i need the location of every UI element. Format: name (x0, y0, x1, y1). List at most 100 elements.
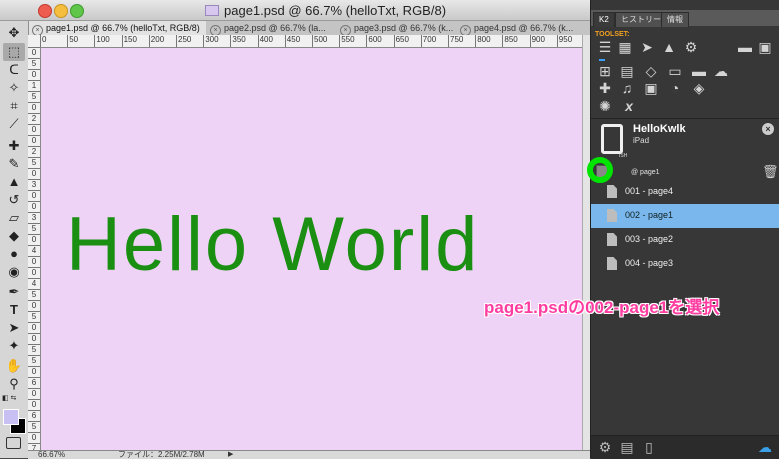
gear-icon[interactable]: ⚙ (683, 39, 699, 55)
plus-icon[interactable]: ✚ (597, 80, 613, 96)
ruler-tick: 0 (28, 388, 40, 398)
move-icon[interactable]: ✥ (3, 24, 25, 42)
music-icon[interactable]: ♫ (619, 80, 635, 96)
list-icon[interactable]: ☰ (597, 39, 613, 55)
ruler-tick: 0 (28, 366, 40, 376)
ruler-tick: 5 (28, 289, 40, 299)
close-icon[interactable]: × (762, 123, 774, 135)
spinner-icon[interactable]: ✺ (597, 98, 613, 114)
ruler-tick: 4 (28, 245, 40, 255)
minimize-window-button[interactable] (54, 4, 68, 18)
ruler-tick: 300 (203, 35, 219, 47)
ruler-tick: 1 (28, 80, 40, 90)
divider (591, 118, 779, 119)
ruler-tick: 0 (28, 190, 40, 200)
marquee-icon[interactable]: ⬚ (3, 43, 25, 61)
tab-close-icon[interactable]: × (32, 25, 43, 35)
tab-page1[interactable]: × page1.psd @ 66.7% (helloTxt, RGB/8) (28, 21, 207, 35)
tab-close-icon[interactable]: × (460, 25, 471, 35)
ruler-tick: 3 (28, 212, 40, 222)
quick-mask-icon[interactable] (6, 437, 21, 449)
tab-page2[interactable]: × page2.psd @ 66.7% (la... (206, 21, 337, 35)
ruler-tick: 850 (502, 35, 518, 47)
ruler-tick: 950 (556, 35, 572, 47)
tab-close-icon[interactable]: × (210, 25, 221, 35)
page-row-selected[interactable]: 002 - page1 (591, 204, 779, 228)
grid-icon[interactable]: ▦ (617, 39, 633, 55)
tab-info[interactable]: 情報 (661, 12, 689, 27)
healing-icon[interactable]: ✚ (3, 137, 25, 155)
ruler-tick: 7 (28, 443, 40, 450)
add-page-icon[interactable]: ⊞ (597, 63, 613, 79)
tab-page3[interactable]: × page3.psd @ 66.7% (k... (336, 21, 457, 35)
eyedropper-icon[interactable]: ⟋ (3, 115, 25, 133)
tools-panel: ✥ ⬚ ᑕ ✧ ⌗ ⟋ ✚ ✎ ▲ ↺ ▱ ◆ ● ◉ ✒ T ➤ ✦ ✋ ⚲ … (0, 21, 29, 458)
hello-text-layer[interactable]: Hello World (66, 200, 479, 290)
layers-icon[interactable]: ◈ (691, 80, 707, 96)
ruler-tick: 2 (28, 146, 40, 156)
ruler-tick: 2 (28, 113, 40, 123)
ruler-tick: 550 (339, 35, 355, 47)
zoom-window-button[interactable] (70, 4, 84, 18)
tab-label: page1.psd @ 66.7% (helloTxt, RGB/8) (46, 23, 200, 33)
page-icon (607, 185, 617, 198)
gallery-icon[interactable]: ▣ (643, 80, 659, 96)
page-icon (607, 209, 617, 222)
type-icon[interactable]: T (3, 301, 25, 319)
ruler-tick: 200 (148, 35, 164, 47)
foreground-color-swatch[interactable] (3, 409, 19, 425)
dodge-icon[interactable]: ◉ (3, 263, 25, 281)
shape-icon[interactable]: ✦ (3, 337, 25, 355)
ruler-tick: 5 (28, 91, 40, 101)
tab-page4[interactable]: × page4.psd @ 66.7% (k... (456, 21, 590, 35)
tab-history[interactable]: ヒストリー (615, 12, 667, 27)
terminal-icon[interactable]: ▭ (667, 63, 683, 79)
ruler-tick: 0 (28, 300, 40, 310)
pages-icon[interactable]: ▤ (619, 63, 635, 79)
pen-icon[interactable]: ✒ (3, 283, 25, 301)
print-icon[interactable]: ▤ (619, 439, 635, 455)
ruler-tick: 250 (176, 35, 191, 47)
crop-icon[interactable]: ⌗ (3, 97, 25, 115)
stamp-icon[interactable]: ▲ (3, 173, 25, 191)
code-icon[interactable]: ◇ (643, 63, 659, 79)
cursor-icon[interactable]: ➤ (639, 39, 655, 55)
tab-k2[interactable]: K2 (593, 12, 615, 27)
settings-icon[interactable]: ⚙ (597, 439, 613, 455)
ruler-tick: 0 (28, 201, 40, 211)
hand-icon[interactable]: ✋ (3, 357, 25, 375)
card-icon[interactable]: ▬ (691, 63, 707, 79)
tab-close-icon[interactable]: × (340, 25, 351, 35)
bucket-icon[interactable]: ◆ (3, 227, 25, 245)
page-row[interactable]: 001 - page4 (591, 180, 779, 204)
ruler-tick: 3 (28, 179, 40, 189)
path-select-icon[interactable]: ➤ (3, 319, 25, 337)
default-colors-icon[interactable]: ◧ ⇆ (2, 394, 16, 402)
magic-wand-icon[interactable]: ✧ (3, 79, 25, 97)
folder-gear-icon[interactable]: ▣ (757, 39, 773, 55)
ruler-tick: 400 (257, 35, 273, 47)
lasso-icon[interactable]: ᑕ (3, 61, 25, 79)
ruler-tick: 5 (28, 421, 40, 431)
formula-icon[interactable]: x (621, 98, 637, 114)
cloud-icon[interactable]: ☁ (757, 439, 773, 455)
toolset-label: TOOLSET: (595, 31, 630, 38)
zoom-icon[interactable]: ⚲ (3, 375, 25, 393)
trash-icon[interactable]: 🗑 (762, 165, 779, 179)
blur-icon[interactable]: ● (3, 245, 25, 263)
window-titlebar: page1.psd @ 66.7% (helloTxt, RGB/8) (0, 0, 590, 21)
timer-icon[interactable]: ◔ (667, 80, 683, 96)
eraser-icon[interactable]: ▱ (3, 209, 25, 227)
document-icon[interactable]: ▯ (641, 439, 657, 455)
history-brush-icon[interactable]: ↺ (3, 191, 25, 209)
chat-icon[interactable]: ☁ (713, 63, 729, 79)
page-label: 002 - page1 (625, 210, 674, 220)
rocket-icon[interactable]: ▲ (661, 39, 677, 55)
folder-icon[interactable]: ▬ (737, 39, 753, 55)
brush-icon[interactable]: ✎ (3, 155, 25, 173)
page-row[interactable]: 003 - page2 (591, 228, 779, 252)
page-row[interactable]: 004 - page3 (591, 252, 779, 276)
ruler-tick: 0 (28, 168, 40, 178)
close-window-button[interactable] (38, 4, 52, 18)
ruler-tick: 5 (28, 58, 40, 68)
